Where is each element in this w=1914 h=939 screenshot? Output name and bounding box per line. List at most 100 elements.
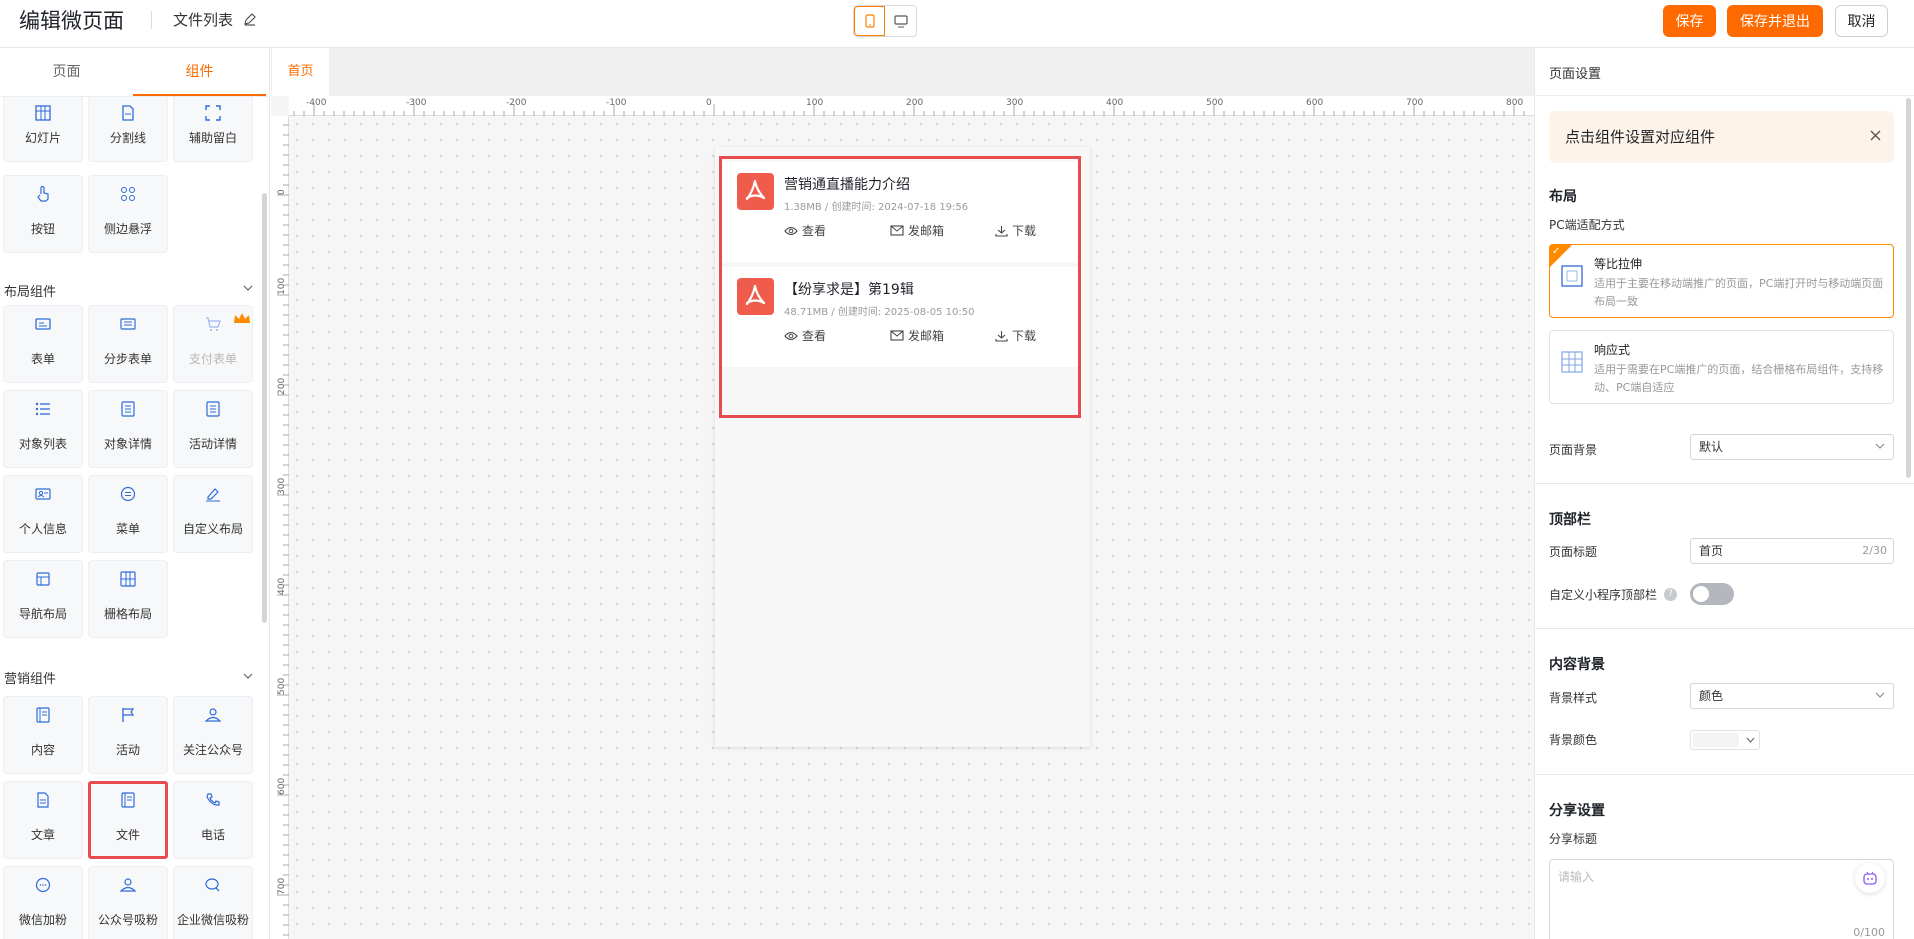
- chevron-down-icon[interactable]: [243, 285, 253, 291]
- oa-fans-icon: [120, 878, 136, 892]
- tab-page[interactable]: 页面: [0, 48, 133, 96]
- wechat-icon: [35, 877, 51, 893]
- selected-file-component[interactable]: [719, 156, 1081, 418]
- settings-title: 页面设置: [1549, 67, 1602, 82]
- button-icon: [37, 186, 49, 202]
- component-event-detail[interactable]: 活动详情: [173, 390, 253, 468]
- tab-home[interactable]: 首页: [272, 48, 329, 96]
- color-swatch: [1693, 733, 1739, 747]
- bg-color-picker[interactable]: [1690, 730, 1760, 750]
- component-payment-form: 支付表单: [173, 305, 253, 383]
- component-whitespace[interactable]: 辅助留白: [173, 96, 253, 162]
- horizontal-ruler-scale: -400 -300 -200 -100 0 100 200 300 400 500 600 700 80…: [293, 98, 1525, 116]
- object-list-icon: [35, 402, 50, 416]
- page-title-input[interactable]: 首页 2/30: [1690, 538, 1894, 564]
- nav-layout-icon: [36, 572, 50, 586]
- horizontal-ruler: -400 -300 -200 -100 0 100 200 300 400 500 600 700 80…: [289, 96, 1534, 116]
- custom-topbar-toggle[interactable]: [1690, 583, 1734, 605]
- editor-canvas: 首页 -400 -300 -200 -100 0 100 200 300 400 500 600 70…: [271, 48, 1534, 939]
- component-custom-layout[interactable]: 自定义布局: [173, 475, 253, 553]
- save-button[interactable]: 保存: [1663, 5, 1716, 37]
- mobile-icon: [864, 14, 875, 28]
- component-file[interactable]: 文件: [88, 781, 168, 859]
- option-responsive[interactable]: 响应式 适用于需要在PC端推广的页面，结合栅格布局组件，支持移动、PC端自适应: [1549, 330, 1894, 404]
- check-icon: ✓: [1552, 246, 1561, 257]
- assistant-bot-button[interactable]: [1855, 863, 1885, 893]
- edit-icon[interactable]: [243, 12, 257, 26]
- char-counter: 2/30: [1862, 544, 1887, 557]
- payment-form-icon: [206, 317, 221, 331]
- desktop-view-button[interactable]: [885, 6, 916, 36]
- layout-heading: 布局: [1549, 189, 1577, 205]
- component-float[interactable]: 侧边悬浮: [88, 175, 168, 253]
- component-oa-fans[interactable]: 公众号吸粉: [88, 866, 168, 939]
- proportional-icon: [1561, 265, 1583, 287]
- vertical-ruler: 0 100 200 300 400 500 600 700: [271, 116, 289, 939]
- step-form-icon: [120, 318, 136, 330]
- component-menu[interactable]: 菜单: [88, 475, 168, 553]
- bg-style-select[interactable]: 颜色: [1690, 683, 1894, 709]
- component-nav-layout[interactable]: 导航布局: [3, 560, 83, 638]
- device-toggle: [853, 5, 917, 37]
- desktop-icon: [893, 14, 908, 27]
- menu-icon: [120, 486, 136, 502]
- mobile-view-button[interactable]: [854, 6, 886, 36]
- chevron-down-icon[interactable]: [243, 673, 253, 679]
- component-profile[interactable]: 个人信息: [3, 475, 83, 553]
- crown-icon: [234, 313, 250, 323]
- section-divider: [1535, 483, 1914, 484]
- flag-icon: [122, 708, 135, 722]
- event-detail-icon: [206, 401, 220, 417]
- component-wecom-fans[interactable]: 企业微信吸粉: [173, 866, 253, 939]
- component-object-detail[interactable]: 对象详情: [88, 390, 168, 468]
- component-event[interactable]: 活动: [88, 696, 168, 774]
- page-bg-label: 页面背景: [1549, 443, 1598, 457]
- ruler-x-label: 400: [1106, 98, 1123, 108]
- share-title-input[interactable]: 请输入 0/100: [1549, 859, 1894, 939]
- page-bg-select[interactable]: 默认: [1690, 434, 1894, 460]
- component-form[interactable]: 表单: [3, 305, 83, 383]
- grid-layout-icon: [120, 571, 136, 587]
- ruler-x-label: 800: [1506, 98, 1523, 108]
- right-scrollbar[interactable]: [1906, 98, 1911, 478]
- component-follow-oa[interactable]: 关注公众号: [173, 696, 253, 774]
- content-icon: [36, 707, 50, 723]
- ruler-y-label: 600: [277, 778, 287, 795]
- follow-icon: [205, 708, 221, 722]
- left-scrollbar[interactable]: [262, 193, 267, 623]
- component-slides[interactable]: 幻灯片: [3, 96, 83, 162]
- page-title: 编辑微页面: [19, 9, 124, 33]
- ruler-y-label: 300: [277, 478, 287, 495]
- component-article[interactable]: 文章: [3, 781, 83, 859]
- component-divider[interactable]: 分割线: [88, 96, 168, 162]
- bg-style-label: 背景样式: [1549, 691, 1598, 705]
- option-proportional[interactable]: ✓ 等比拉伸 适用于主要在移动端推广的页面，PC端打开时与移动端页面布局一致: [1549, 244, 1894, 318]
- component-step-form[interactable]: 分步表单: [88, 305, 168, 383]
- help-icon[interactable]: ?: [1664, 588, 1677, 601]
- close-icon[interactable]: [1870, 130, 1881, 141]
- option-desc: 适用于需要在PC端推广的页面，结合栅格布局组件，支持移动、PC端自适应: [1594, 363, 1884, 394]
- mobile-preview: 营销通直播能力介绍 1.38MB / 创建时间: 2024-07-18 19:5…: [715, 147, 1090, 747]
- component-button[interactable]: 按钮: [3, 175, 83, 253]
- cancel-button[interactable]: 取消: [1835, 5, 1888, 37]
- panel-tabs: 页面 组件: [0, 48, 269, 97]
- ruler-x-label: 200: [906, 98, 923, 108]
- ruler-y-label: 200: [277, 378, 287, 395]
- header-divider: [151, 11, 152, 29]
- marketing-section-title: 营销组件: [4, 672, 57, 687]
- responsive-icon: [1561, 351, 1583, 373]
- page-name: 文件列表: [173, 11, 234, 29]
- ruler-x-label: -400: [306, 98, 327, 108]
- notice-text: 点击组件设置对应组件: [1565, 128, 1716, 146]
- component-wechat-fans[interactable]: 微信加粉: [3, 866, 83, 939]
- share-char-counter: 0/100: [1853, 926, 1885, 939]
- wecom-icon: [205, 878, 220, 892]
- tab-components[interactable]: 组件: [133, 48, 266, 96]
- component-content[interactable]: 内容: [3, 696, 83, 774]
- component-phone[interactable]: 电话: [173, 781, 253, 859]
- component-object-list[interactable]: 对象列表: [3, 390, 83, 468]
- ruler-x-label: -100: [606, 98, 627, 108]
- save-exit-button[interactable]: 保存并退出: [1727, 5, 1823, 37]
- component-grid-layout[interactable]: 栅格布局: [88, 560, 168, 638]
- ruler-x-label: 500: [1206, 98, 1223, 108]
